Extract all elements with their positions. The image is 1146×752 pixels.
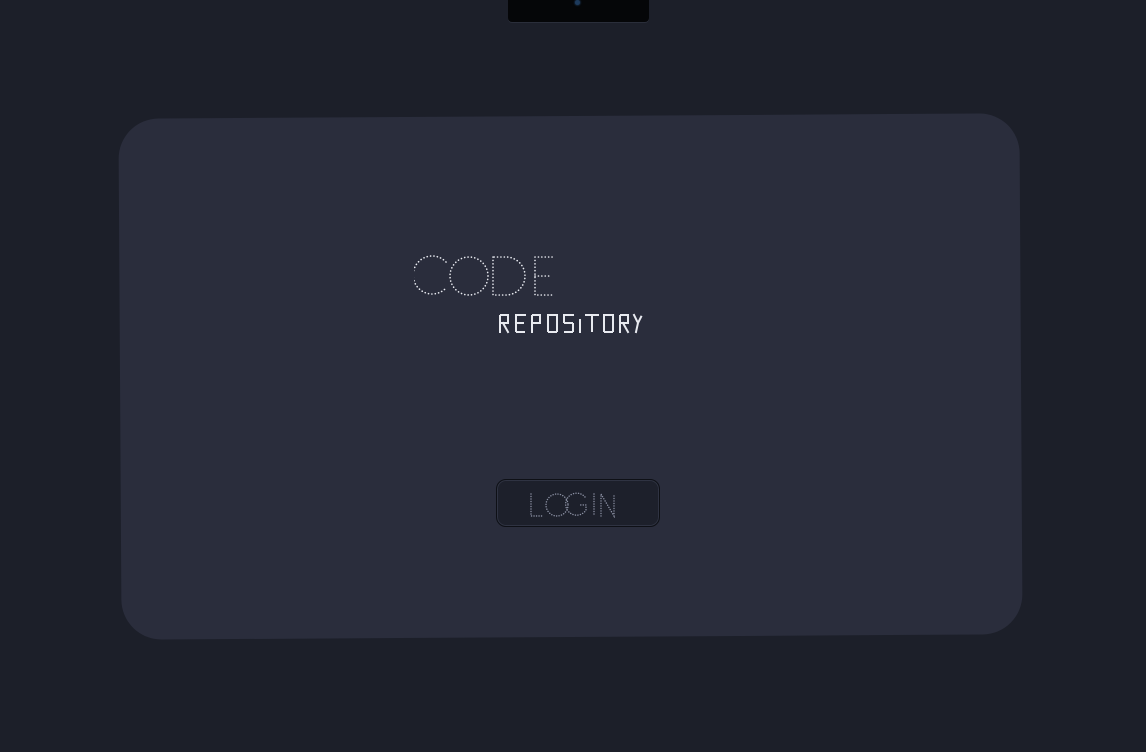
login-panel [118,113,1023,640]
code-logo-icon [414,255,554,296]
camera-icon [575,0,580,5]
login-label-icon [530,492,615,518]
repository-wordmark-icon [499,313,644,334]
app-logo: CODE [414,250,559,300]
logo-subtitle: REPOSITORY [498,312,644,338]
app-screen: CODE REPOSITORY [0,0,1146,752]
camera-notch [508,0,649,22]
login-button[interactable]: LOGIN [496,479,660,527]
